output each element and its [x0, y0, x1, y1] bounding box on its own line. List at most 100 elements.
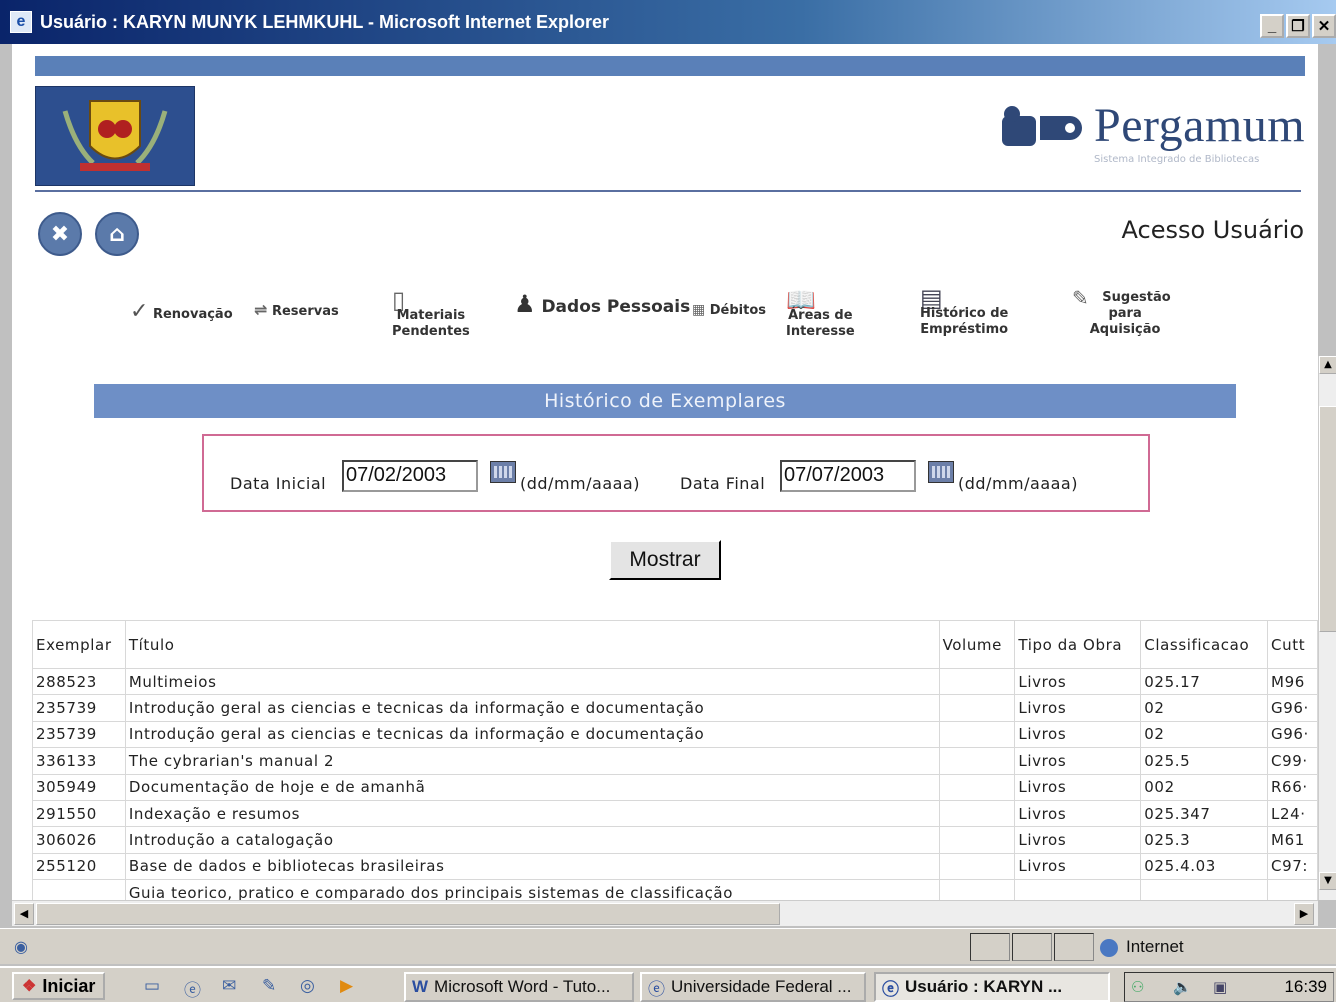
table-cell: Introdução geral as ciencias e tecnicas … [124, 720, 940, 749]
table-cell: Livros [1014, 694, 1142, 722]
table-row[interactable]: 291550 Indexação e resumos Livros 025.347 L2… [32, 799, 1318, 828]
table-row[interactable]: 235739 Introdução geral as ciencias e tec… [32, 720, 1318, 749]
horizontal-scroll-thumb[interactable] [36, 903, 780, 925]
vertical-scrollbar[interactable]: ▲ ▼ [1318, 356, 1336, 900]
table-cell: Livros [1014, 667, 1142, 696]
scroll-right-icon[interactable]: ▶ [1294, 903, 1314, 925]
date-format-hint: (dd/mm/aaaa) [958, 474, 1078, 493]
table-cell: 002 [1140, 773, 1269, 801]
horizontal-scrollbar[interactable]: ◀ ▶ [12, 900, 1318, 926]
menu-reservas[interactable]: ⇌ Reservas [254, 302, 339, 320]
table-cell: M96 [1267, 667, 1318, 696]
brand-tagline: Sistema Integrado de Bibliotecas [1094, 154, 1260, 165]
table-cell [938, 747, 1016, 775]
window-title-bar[interactable]: e Usuário : KARYN MUNYK LEHMKUHL - Micro… [0, 0, 1336, 44]
reservas-icon: ⇌ [254, 300, 268, 319]
scroll-down-icon[interactable]: ▼ [1319, 872, 1336, 890]
header-band [35, 56, 1305, 76]
table-row[interactable]: 306026 Introdução a catalogação Livros 025.… [32, 826, 1318, 854]
page-status-icon: ◉ [14, 937, 28, 956]
table-row[interactable]: 305949 Documentação de hoje e de amanhã Li… [32, 773, 1318, 801]
monitor-icon[interactable]: ▣ [1213, 978, 1227, 996]
pergamum-logo: Pergamum Sistema Integrado de Biblioteca… [1002, 96, 1305, 176]
calculator-icon: ▦ [692, 302, 706, 318]
data-inicial-input[interactable]: 07/02/2003 [342, 460, 478, 492]
table-cell: Livros [1014, 852, 1142, 881]
table-row[interactable]: 288523 Multimeios Livros 025.17 M96 [32, 667, 1318, 696]
security-zone: Internet [1100, 937, 1184, 957]
internet-explorer-icon[interactable]: ⓔ [184, 976, 201, 1001]
table-row[interactable]: Guia teorico, pratico e comparado dos pr… [32, 879, 1318, 900]
status-cell [1054, 933, 1094, 961]
globe-icon [1100, 938, 1118, 957]
table-cell [1014, 879, 1142, 900]
table-cell [32, 879, 126, 900]
table-cell: L24· [1267, 799, 1318, 828]
show-desktop-icon[interactable]: ▭ [144, 976, 160, 996]
menu-debitos[interactable]: ▦ Débitos [692, 302, 766, 319]
table-cell: Livros [1014, 720, 1142, 749]
maximize-button[interactable]: ❐ [1286, 14, 1310, 38]
book-stack-icon: ▤ [920, 284, 943, 312]
word-icon: W [412, 977, 429, 996]
table-cell: Livros [1014, 747, 1142, 775]
table-cell: M61 [1267, 826, 1318, 854]
calendar-icon[interactable] [490, 461, 516, 483]
table-cell [938, 852, 1016, 881]
internet-explorer-icon: ⓔ [882, 979, 899, 999]
scroll-up-icon[interactable]: ▲ [1319, 356, 1336, 374]
home-icon[interactable]: ⌂ [95, 212, 139, 256]
close-button[interactable]: ✕ [1312, 14, 1336, 38]
start-button[interactable]: ❖ Iniciar [12, 972, 106, 1000]
data-final-input[interactable]: 07/07/2003 [780, 460, 916, 492]
menu-materiais-pendentes[interactable]: ▯ Materiais Pendentes [392, 288, 470, 340]
exit-icon[interactable]: ✖ [38, 212, 82, 256]
menu-areas-interesse[interactable]: 📖 Áreas de Interesse [786, 288, 855, 340]
taskbar-item-usuario[interactable]: ⓔ Usuário : KARYN ... [874, 972, 1110, 1002]
table-cell: G96· [1267, 720, 1318, 749]
outlook-icon[interactable]: ✉ [222, 976, 236, 996]
minimize-button[interactable]: _ [1260, 14, 1284, 38]
vertical-scroll-thumb[interactable] [1319, 406, 1336, 632]
column-header: Cutt [1267, 620, 1318, 669]
column-header: Tipo da Obra [1014, 620, 1142, 669]
volume-icon[interactable]: 🔈 [1173, 978, 1192, 996]
taskbar-item-word[interactable]: W Microsoft Word - Tuto... [404, 972, 634, 1002]
system-tray: ⚇ 🔈 ▣ 16:39 [1124, 972, 1334, 1002]
checkmark-icon: ✓ [130, 299, 149, 324]
table-row[interactable]: 255120 Base de dados e bibliotecas brasil… [32, 852, 1318, 881]
player-icon[interactable]: ◎ [300, 976, 315, 996]
table-cell: Introdução geral as ciencias e tecnicas … [124, 694, 940, 722]
table-cell [938, 667, 1016, 696]
table-cell: 255120 [32, 852, 126, 881]
data-final-label: Data Final [680, 474, 766, 493]
taskbar: ❖ Iniciar ▭ ⓔ ✉ ✎ ◎ ▶ W Microsoft Word -… [0, 966, 1336, 1002]
column-header: Volume [938, 620, 1016, 669]
menu-renovacao[interactable]: ✓ Renovação [130, 299, 233, 324]
table-cell [938, 773, 1016, 801]
table-cell: 025.4.03 [1140, 852, 1269, 881]
calendar-icon[interactable] [928, 461, 954, 483]
clock[interactable]: 16:39 [1284, 977, 1327, 997]
network-icon[interactable]: ⚇ [1131, 978, 1144, 996]
status-cell [1012, 933, 1052, 961]
institution-logo [35, 86, 195, 186]
menu-historico-emprestimo[interactable]: ▤ Histórico de Empréstimo [920, 284, 1008, 338]
mostrar-button[interactable]: Mostrar [609, 540, 721, 580]
menu-sugestao-aquisicao[interactable]: ✎ Sugestão para Aquisição [1072, 288, 1178, 338]
edit-icon[interactable]: ✎ [262, 976, 276, 996]
table-cell: Base de dados e bibliotecas brasileiras [124, 852, 940, 881]
table-cell: C97: [1267, 852, 1318, 881]
section-title: Histórico de Exemplares [94, 384, 1236, 418]
table-row[interactable]: 336133 The cybrarian's manual 2 Livros 025.… [32, 747, 1318, 775]
table-cell: Introdução a catalogação [124, 826, 940, 854]
media-icon[interactable]: ▶ [340, 976, 353, 996]
taskbar-item-universidade[interactable]: ⓔ Universidade Federal ... [640, 972, 866, 1002]
table-cell [1267, 879, 1318, 900]
internet-explorer-icon: ⓔ [648, 979, 665, 999]
table-cell: 025.3 [1140, 826, 1269, 854]
column-header: Título [124, 620, 940, 669]
table-row[interactable]: 235739 Introdução geral as ciencias e tec… [32, 694, 1318, 722]
menu-dados-pessoais[interactable]: ♟ Dados Pessoais [514, 292, 690, 316]
scroll-left-icon[interactable]: ◀ [14, 903, 34, 925]
